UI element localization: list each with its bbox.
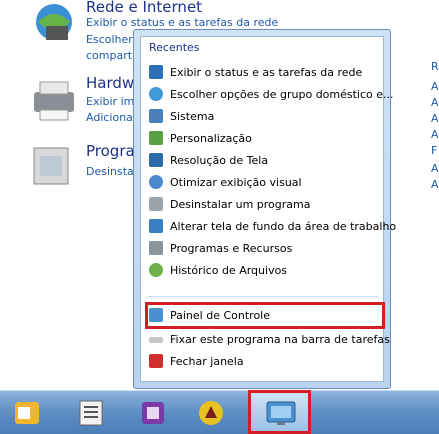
onenote-icon[interactable] xyxy=(136,397,170,429)
category-title[interactable]: Rede e Internet xyxy=(86,0,202,16)
active-taskbar-button[interactable] xyxy=(248,390,311,434)
right-column-links: R A A A A F A A xyxy=(429,0,439,390)
system-icon xyxy=(149,109,163,123)
recent-item[interactable]: Escolher opções de grupo doméstico e... xyxy=(149,84,394,104)
recent-item[interactable]: Sistema xyxy=(149,106,379,126)
category-link[interactable]: compart xyxy=(86,49,132,62)
category-link[interactable]: Exibir o status e as tarefas da rede xyxy=(86,16,278,29)
recent-item[interactable]: Alterar tela de fundo da área de trabalh… xyxy=(149,216,396,236)
display-icon xyxy=(149,153,163,167)
recent-item[interactable]: Histórico de Arquivos xyxy=(149,260,379,280)
printer-icon xyxy=(28,78,80,126)
programs-icon xyxy=(149,197,163,211)
recent-item[interactable]: Desinstalar um programa xyxy=(149,194,379,214)
category-link[interactable]: Adiciona xyxy=(86,111,133,124)
file-history-icon xyxy=(149,263,163,277)
right-link[interactable]: F xyxy=(431,144,437,157)
right-link[interactable]: A xyxy=(431,112,439,125)
accessibility-icon xyxy=(149,175,163,189)
recent-item[interactable]: Exibir o status e as tarefas da rede xyxy=(149,62,379,82)
separator xyxy=(147,296,379,297)
category-title[interactable]: Progra xyxy=(86,142,135,160)
recent-item[interactable]: Otimizar exibição visual xyxy=(149,172,379,192)
right-link[interactable]: A xyxy=(431,178,439,191)
homegroup-icon xyxy=(149,87,163,101)
pin-icon xyxy=(149,337,163,343)
recent-item[interactable]: Programas e Recursos xyxy=(149,238,379,258)
recent-item[interactable]: Personalização xyxy=(149,128,379,148)
pin-task-item[interactable]: Fixar este programa na barra de tarefas xyxy=(149,329,390,349)
personalization-icon xyxy=(149,131,163,145)
jump-list-panel: Recentes Exibir o status e as tarefas da… xyxy=(140,36,396,382)
close-window-item[interactable]: Fechar janela xyxy=(149,351,379,371)
right-link[interactable]: A xyxy=(431,128,439,141)
right-link[interactable]: A xyxy=(431,162,439,175)
category-link[interactable]: Escolher xyxy=(86,33,133,46)
right-link[interactable]: A xyxy=(431,80,439,93)
pinned-app-item[interactable]: Painel de Controle xyxy=(149,305,379,325)
programs-box-icon xyxy=(28,140,80,188)
right-link[interactable]: R xyxy=(431,60,439,73)
right-link[interactable]: A xyxy=(431,96,439,109)
close-icon xyxy=(149,354,163,368)
filezilla-icon[interactable] xyxy=(194,397,228,429)
taskbar xyxy=(0,390,439,434)
word-icon[interactable] xyxy=(74,397,108,429)
category-link[interactable]: Desinstal xyxy=(86,165,137,178)
recent-header: Recentes xyxy=(149,41,200,54)
programs-features-icon xyxy=(149,241,163,255)
control-panel-icon xyxy=(149,308,163,322)
jump-list-popup: Recentes Exibir o status e as tarefas da… xyxy=(133,29,396,389)
network-icon xyxy=(149,65,163,79)
outlook-icon[interactable] xyxy=(10,397,44,429)
recent-item[interactable]: Resolução de Tela xyxy=(149,150,379,170)
network-globe-icon xyxy=(28,0,80,48)
wallpaper-icon xyxy=(149,219,163,233)
category-title[interactable]: Hardw xyxy=(86,74,134,92)
control-panel-taskbar-icon xyxy=(265,399,297,431)
